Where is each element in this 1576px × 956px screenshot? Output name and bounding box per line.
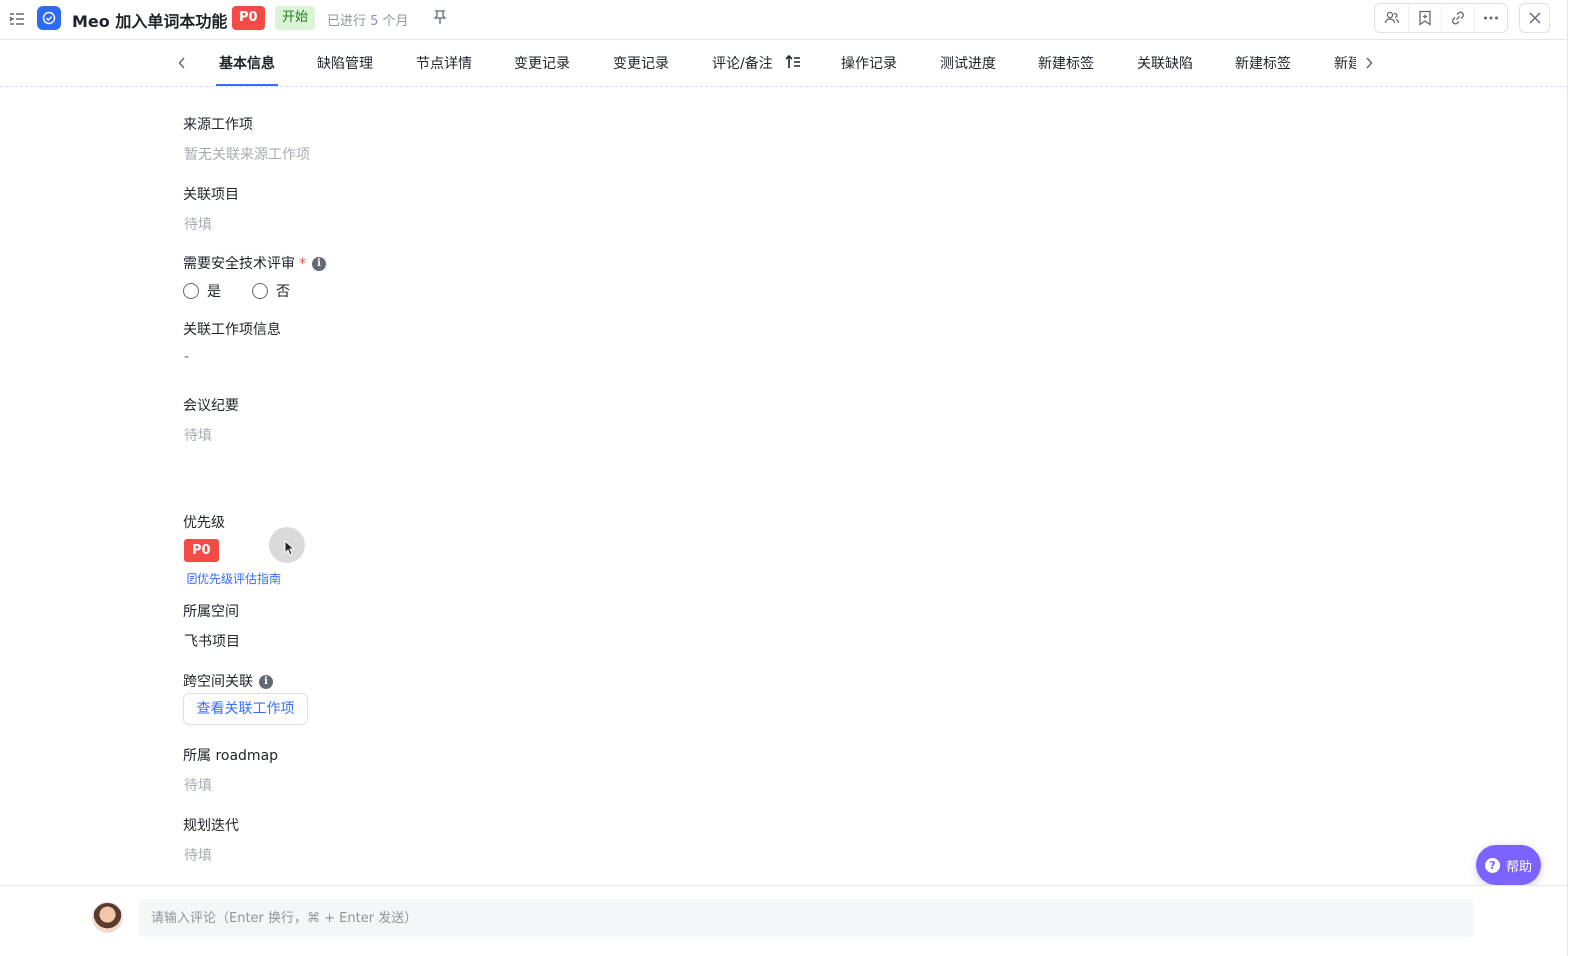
doc-icon	[187, 573, 197, 587]
help-icon: ?	[1484, 857, 1500, 873]
tab-defect-management[interactable]: 缺陷管理	[317, 53, 373, 73]
mouse-cursor-icon	[284, 539, 296, 560]
page-title: Meo 加入单词本功能	[72, 12, 228, 31]
more-icon[interactable]	[1474, 4, 1507, 32]
priority-guide-link[interactable]: 优先级评估指南	[187, 570, 281, 587]
tab-bar: 基本信息 缺陷管理 节点详情 变更记录 变更记录 评论/备注 操作记录 测试进度…	[0, 41, 1568, 87]
related-item-info-value[interactable]: -	[184, 349, 189, 365]
source-item-value[interactable]: 暂无关联来源工作项	[184, 144, 310, 164]
related-item-info-label: 关联工作项信息	[183, 322, 281, 338]
tab-change-log-1[interactable]: 变更记录	[514, 53, 570, 73]
radio-yes-label: 是	[207, 284, 221, 300]
tab-comments[interactable]: 评论/备注	[712, 53, 801, 73]
cross-space-label-text: 跨空间关联	[183, 674, 253, 690]
security-review-option-no[interactable]: 否	[252, 281, 290, 301]
cross-space-label: 跨空间关联 i	[183, 671, 273, 691]
security-review-label-text: 需要安全技术评审	[183, 256, 295, 272]
radio-circle-icon	[183, 283, 199, 299]
help-button[interactable]: ? 帮助	[1476, 845, 1541, 885]
roadmap-label: 所属 roadmap	[183, 748, 279, 764]
bookmark-icon[interactable]	[1408, 4, 1441, 32]
iteration-label: 规划迭代	[183, 818, 239, 834]
priority-label: 优先级	[183, 515, 225, 531]
space-label: 所属空间	[183, 604, 239, 620]
radio-no-label: 否	[276, 284, 290, 300]
window-edge-divider	[1567, 0, 1568, 956]
close-icon[interactable]	[1519, 3, 1550, 33]
workitem-type-icon	[37, 6, 61, 30]
tab-test-progress[interactable]: 测试进度	[940, 53, 996, 73]
avatar	[92, 902, 123, 933]
security-review-option-yes[interactable]: 是	[183, 281, 221, 301]
required-mark: *	[299, 256, 306, 272]
security-review-label: 需要安全技术评审 * i	[183, 253, 326, 273]
space-value[interactable]: 飞书项目	[184, 631, 240, 651]
tab-new-label-1[interactable]: 新建标签	[1038, 53, 1094, 73]
view-related-items-button[interactable]: 查看关联工作项	[183, 693, 308, 725]
help-label: 帮助	[1505, 859, 1532, 875]
tab-change-log-2[interactable]: 变更记录	[613, 53, 669, 73]
info-icon[interactable]: i	[259, 675, 273, 689]
tab-new-label-2[interactable]: 新建标签	[1235, 53, 1291, 73]
iteration-value[interactable]: 待填	[184, 845, 212, 865]
header-bar: Meo 加入单词本功能 P0 开始 已进行 5 个月	[0, 0, 1568, 40]
basic-info-panel: 来源工作项 暂无关联来源工作项 关联项目 待填 需要安全技术评审 * i 是 否 关…	[0, 88, 1568, 885]
tab-scroll-left-icon[interactable]	[174, 54, 190, 72]
priority-value-tag[interactable]: P0	[184, 539, 219, 562]
tab-basic-info[interactable]: 基本信息	[219, 53, 275, 73]
priority-badge: P0	[232, 6, 265, 30]
header-action-group	[1374, 3, 1508, 33]
meeting-notes-value[interactable]: 待填	[184, 425, 212, 445]
info-icon[interactable]: i	[312, 257, 326, 271]
tab-comments-label: 评论/备注	[712, 56, 773, 72]
source-item-label: 来源工作项	[183, 117, 253, 133]
comment-bar	[0, 885, 1568, 956]
tab-related-defects[interactable]: 关联缺陷	[1137, 53, 1193, 73]
link-icon[interactable]	[1441, 4, 1474, 32]
related-project-value[interactable]: 待填	[184, 214, 212, 234]
tab-new-label-3[interactable]: 新建	[1334, 53, 1356, 73]
duration-text: 已进行 5 个月	[327, 14, 409, 29]
pin-icon[interactable]	[433, 9, 449, 27]
meeting-notes-label: 会议纪要	[183, 398, 239, 414]
status-badge[interactable]: 开始	[275, 6, 316, 30]
sidebar-toggle-icon[interactable]	[8, 10, 26, 28]
roadmap-value[interactable]: 待填	[184, 775, 212, 795]
tab-node-details[interactable]: 节点详情	[416, 53, 472, 73]
priority-guide-text: 优先级评估指南	[197, 572, 282, 586]
sort-icon[interactable]	[785, 54, 801, 73]
radio-circle-icon	[252, 283, 268, 299]
related-project-label: 关联项目	[183, 187, 239, 203]
tab-operation-log[interactable]: 操作记录	[841, 53, 897, 73]
active-tab-indicator	[216, 84, 278, 86]
members-icon[interactable]	[1375, 4, 1408, 32]
tab-strip: 基本信息 缺陷管理 节点详情 变更记录 变更记录 评论/备注 操作记录 测试进度…	[200, 41, 1356, 87]
comment-input[interactable]	[139, 899, 1474, 937]
tab-scroll-right-icon[interactable]	[1361, 54, 1377, 72]
